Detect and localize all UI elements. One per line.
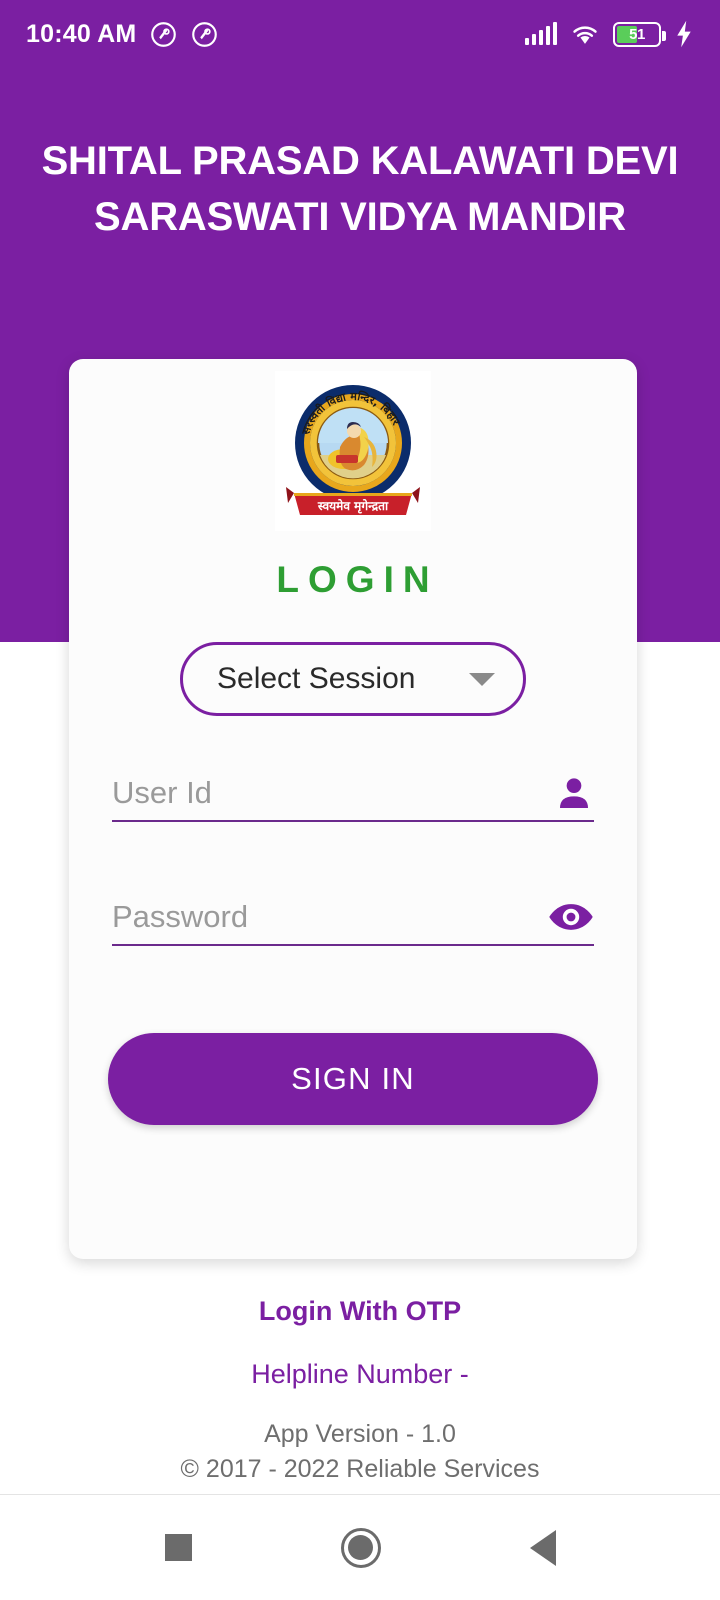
chevron-down-icon (469, 672, 495, 686)
footer: Login With OTP Helpline Number - App Ver… (0, 1296, 720, 1484)
status-bar-left: 10:40 AM (26, 20, 218, 49)
app-version-text: App Version - 1.0 (264, 1420, 456, 1448)
app-notification-icon (192, 21, 218, 47)
person-icon (560, 778, 588, 808)
charging-bolt-icon (677, 20, 691, 48)
battery-icon: 51 (613, 21, 666, 47)
user-id-input[interactable] (112, 775, 492, 811)
square-recents-icon[interactable] (164, 1534, 192, 1561)
password-field-group (112, 896, 594, 946)
user-id-field-group (112, 772, 594, 822)
sign-in-button[interactable]: SIGN IN (108, 1033, 598, 1125)
svg-text:स्वयमेव मृगेन्द्रता: स्वयमेव मृगेन्द्रता (317, 499, 389, 514)
android-nav-bar (0, 1494, 720, 1600)
status-clock: 10:40 AM (26, 19, 137, 48)
password-input[interactable] (112, 899, 492, 935)
password-field-row (112, 896, 594, 946)
eye-visibility-icon[interactable] (548, 901, 594, 933)
wifi-icon (573, 26, 597, 44)
triangle-back-icon[interactable] (529, 1529, 556, 1566)
page-title: SHITAL PRASAD KALAWATI DEVI SARASWATI VI… (41, 139, 679, 239)
session-dropdown-label: Select Session (217, 662, 416, 695)
status-bar: 10:40 AM 51 (0, 0, 720, 68)
session-dropdown[interactable]: Select Session (180, 642, 526, 716)
helpline-number-text[interactable]: Helpline Number - (0, 1359, 720, 1390)
circle-home-icon[interactable] (340, 1527, 381, 1568)
cellular-signal-icon (524, 22, 557, 45)
battery-level-text: 51 (629, 25, 645, 43)
app-notification-icon (151, 21, 177, 47)
copyright-text: © 2017 - 2022 Reliable Services (180, 1455, 540, 1483)
school-emblem-logo: सरस्वती विद्या मन्दिर, बिहार स्वयमेव मृग… (275, 371, 431, 531)
status-bar-right: 51 (524, 20, 695, 48)
login-with-otp-link[interactable]: Login With OTP (0, 1296, 720, 1327)
user-id-field-row (112, 772, 594, 822)
login-card: सरस्वती विद्या मन्दिर, बिहार स्वयमेव मृग… (69, 359, 637, 1259)
login-heading: LOGIN (276, 559, 439, 600)
